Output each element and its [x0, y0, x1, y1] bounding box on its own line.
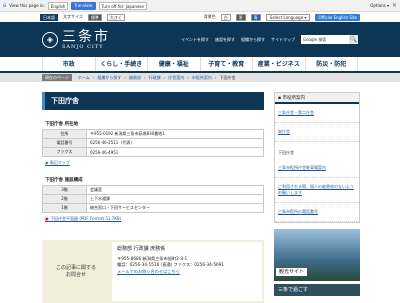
site-logo[interactable]: ◈ 三条市 SANJO CITY [42, 30, 110, 50]
gnav-item-safety[interactable]: 防災・防犯 [304, 57, 358, 71]
translate-options[interactable]: Options ▾ [370, 3, 389, 8]
location-heading: 下田庁舎 所在地 [45, 122, 79, 127]
bg-black[interactable]: 黒 [235, 13, 246, 21]
site-header: ◈ 三条市 SANJO CITY イベントを探す 施設を探す 組織から探す サイ… [0, 22, 400, 57]
logo-text: 三条市 SANJO CITY [62, 30, 110, 50]
sidebar-section: 下田庁舎 [278, 150, 294, 155]
font-size-label: 文字サイズ [63, 14, 83, 19]
location-table: 住所 〒955-0192 新潟県三条市荻堀830番地1 電話番号 0256-46-2… [42, 129, 264, 157]
contact-body: 総務部 行政課 庶務係 〒955-8686 新潟県三条市旭町2-3-1 電話：0… [112, 242, 262, 301]
bullet-icon: ▪ [278, 96, 282, 101]
table-row: 1階 総合窓口・下田サービスセンター [42, 203, 264, 213]
tourism-banner[interactable]: 観光サイト [274, 229, 360, 281]
search-input[interactable]: Google 検索 [301, 35, 349, 44]
sidebar-menu: ▪ 市役所案内 三条庁舎・第二庁舎 栄庁舎 下田庁舎 三条市役所庁舎駐車場案内 … [274, 92, 360, 223]
breadcrumb-item[interactable]: 庁舎案内 [168, 75, 184, 81]
breadcrumb-item[interactable]: 市役所案内 [192, 75, 212, 81]
breadcrumb-current: 下田庁舎 [219, 74, 236, 80]
pdf-icon: ▣ [45, 216, 49, 221]
bg-white[interactable]: 白 [220, 13, 231, 21]
table-row: 電話番号 0256-46-2511（代表） [42, 138, 264, 148]
official-english-link[interactable]: Official English Site [315, 13, 360, 21]
breadcrumb: 現在のページ ホーム › 組織から探す › 総務部 › 行政課 › 庁舎案内 › 市役所案… [0, 73, 400, 82]
page-title: 下田庁舎 [42, 92, 264, 110]
sidebar-item[interactable]: 栄庁舎 [275, 123, 359, 142]
row-label: 1階 [42, 203, 87, 213]
google-translate-bar: G View this page in: English Translate T… [0, 0, 400, 12]
header-links: イベントを探す 施設を探す 組織から探す サイトマップ [181, 37, 295, 43]
row-value: 上下水道課 [86, 194, 264, 204]
gnav-item-business[interactable]: 産業・ビジネス [252, 57, 305, 71]
breadcrumb-here-label: 現在のページ [42, 74, 72, 81]
header-link-events[interactable]: イベントを探す [181, 37, 209, 43]
translate-button[interactable]: Translate [71, 1, 96, 10]
language-badge[interactable]: 日本語 [40, 13, 58, 21]
sidebar-item[interactable]: 三条市役所の電話番号 [275, 203, 359, 222]
contact-label: この記事に関する お問合せ [55, 264, 96, 278]
row-value: 会議室 [86, 185, 264, 195]
bg-blue[interactable]: 青 [250, 13, 261, 21]
turn-off-button[interactable]: Turn off for: Japanese [98, 1, 147, 10]
logo-roman: SANJO CITY [62, 43, 104, 50]
row-label: 3階 [42, 185, 87, 195]
table-row: 2階 上下水道課 [42, 194, 264, 204]
main-content: 下田庁舎 下田庁舎 所在地 住所 〒955-0192 新潟県三条市荻堀830番地1… [42, 92, 264, 303]
tourism-banner-caption: 観光サイト [276, 268, 308, 276]
header-link-sitemap[interactable]: サイトマップ [271, 37, 295, 43]
stay-banner[interactable]: 三条で過ごす [274, 284, 360, 296]
row-label: 住所 [42, 129, 87, 139]
row-value: 〒955-0192 新潟県三条市荻堀830番地1 [86, 129, 264, 139]
contact-box: この記事に関する お問合せ 総務部 行政課 庶務係 〒955-8686 新潟県三… [42, 240, 264, 303]
table-row: 住所 〒955-0192 新潟県三条市荻堀830番地1 [42, 129, 264, 139]
font-size-large[interactable]: 大きく [106, 13, 125, 21]
row-label: ファクス [42, 147, 87, 157]
global-nav: 市政 くらし・手続き 健康・福祉 子育て・教育 産業・ビジネス 防災・防犯 [0, 57, 400, 73]
pdf-link[interactable]: ▣ 下田庁舎平面図 (PDF Format 51.7KB) [45, 216, 264, 222]
utility-bar: 日本語 文字サイズ 標準 大きく 背景色 白 黒 青 Select Langua… [0, 12, 400, 22]
bg-color-label: 背景色 [203, 14, 216, 19]
sidebar: ▪ 市役所案内 三条庁舎・第二庁舎 栄庁舎 下田庁舎 三条市役所庁舎駐車場案内 … [274, 92, 360, 296]
gnav-item-education[interactable]: 子育て・教育 [199, 57, 253, 71]
sidebar-title: ▪ 市役所案内 [275, 93, 359, 104]
translate-language-select[interactable]: English [47, 1, 69, 10]
font-size-standard[interactable]: 標準 [87, 13, 102, 21]
row-value: 0256-46-2511（代表） [86, 138, 264, 148]
row-value: 総合窓口・下田サービスセンター [86, 203, 264, 213]
map-pin-icon: ◉ [45, 160, 49, 165]
breadcrumb-item[interactable]: 組織から探す [97, 75, 121, 81]
floors-table: 3階 会議室 2階 上下水道課 1階 総合窓口・下田サービスセンター [42, 185, 264, 213]
logo-kanji: 三条市 [62, 28, 110, 45]
breadcrumb-item[interactable]: 行政課 [149, 75, 161, 81]
sidebar-item[interactable]: ご利用される際、個人の被害宛のないようお願いします [275, 178, 359, 203]
header-link-organization[interactable]: 組織から探す [241, 37, 265, 43]
gnav-item-health[interactable]: 健康・福祉 [147, 57, 200, 71]
select-language[interactable]: Select Language ▾ [265, 13, 311, 21]
table-row: 3階 会議室 [42, 185, 264, 195]
table-row: ファクス 0256-46-4951 [42, 147, 264, 157]
breadcrumb-item[interactable]: 総務部 [129, 75, 141, 81]
breadcrumb-home[interactable]: ホーム [78, 75, 90, 81]
google-logo: G [3, 3, 7, 8]
row-label: 2階 [42, 194, 87, 204]
gnav-item-living[interactable]: くらし・手続き [94, 57, 148, 71]
sidebar-item[interactable]: 三条市役所庁舎駐車場案内 [275, 159, 359, 178]
city-emblem-icon: ◈ [42, 31, 58, 48]
close-icon[interactable]: ✕ [392, 2, 397, 9]
header-link-facilities[interactable]: 施設を探す [215, 37, 235, 43]
gnav-item-municipal[interactable]: 市政 [42, 57, 95, 71]
contact-mail-link[interactable]: メールでのお問い合わせはこちら [117, 269, 257, 276]
contact-dept: 総務部 行政課 庶務係 [117, 246, 166, 252]
row-value: 0256-46-4951 [86, 147, 264, 157]
site-search: Google 検索 🔍 [301, 35, 358, 44]
search-icon[interactable]: 🔍 [349, 35, 358, 44]
floors-heading: 下田庁舎 施設構成 [45, 178, 83, 183]
map-link[interactable]: ◉ 周辺マップ [45, 160, 264, 166]
sidebar-item[interactable]: 三条庁舎・第二庁舎 [275, 104, 359, 123]
translate-view-text: View this page in: [9, 3, 45, 8]
row-label: 電話番号 [42, 138, 87, 148]
